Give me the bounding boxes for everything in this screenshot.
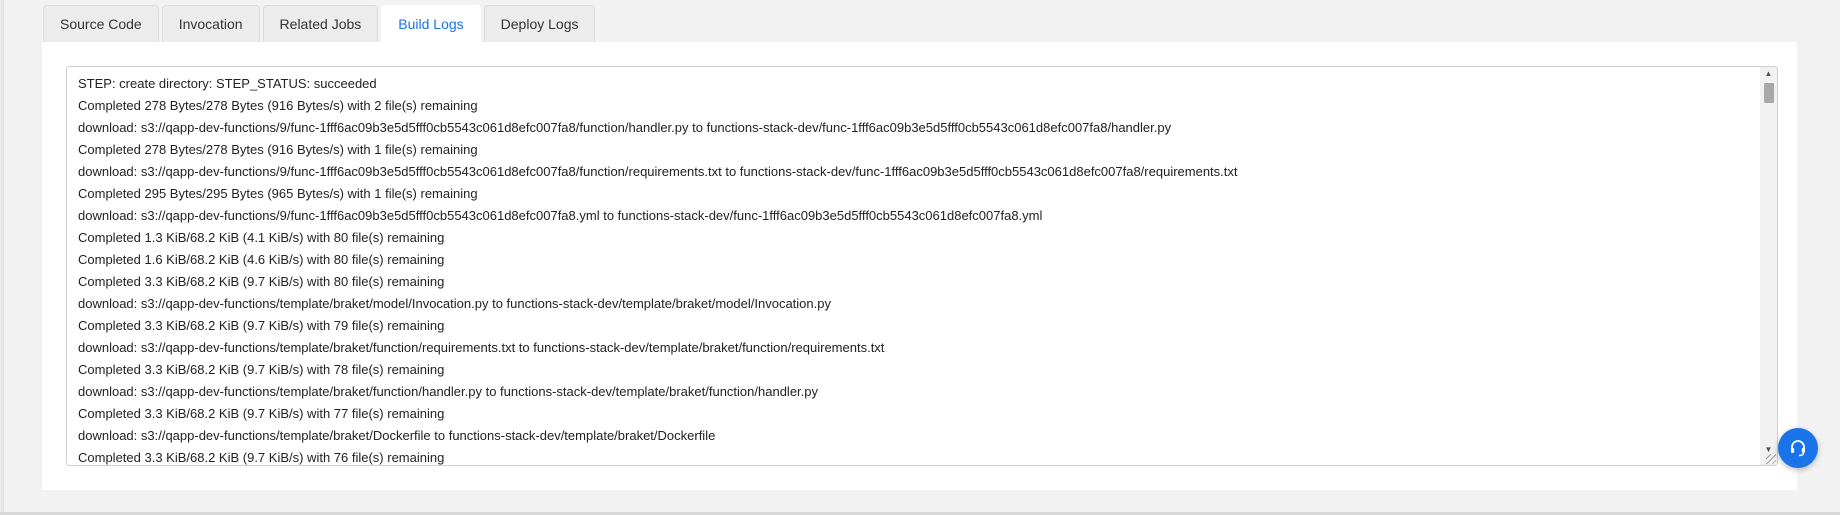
log-line: download: s3://qapp-dev-functions/9/func… (78, 120, 1172, 135)
tab-source-code[interactable]: Source Code (43, 5, 159, 42)
tab-deploy-logs[interactable]: Deploy Logs (483, 5, 596, 42)
arrow-up-icon[interactable]: ▲ (1760, 67, 1777, 81)
build-logs-panel: STEP: create directory: STEP_STATUS: suc… (42, 42, 1797, 490)
help-support-button[interactable] (1778, 428, 1818, 468)
tab-related-jobs[interactable]: Related Jobs (262, 5, 379, 42)
scrollbar-thumb[interactable] (1764, 83, 1774, 103)
log-line: Completed 1.6 KiB/68.2 KiB (4.6 KiB/s) w… (78, 252, 445, 267)
log-line: Completed 295 Bytes/295 Bytes (965 Bytes… (78, 186, 478, 201)
log-lines: STEP: create directory: STEP_STATUS: suc… (67, 67, 1759, 465)
log-line: Completed 3.3 KiB/68.2 KiB (9.7 KiB/s) w… (78, 318, 445, 333)
log-line: Completed 3.3 KiB/68.2 KiB (9.7 KiB/s) w… (78, 362, 445, 377)
log-line: download: s3://qapp-dev-functions/templa… (78, 428, 716, 443)
headset-icon (1791, 440, 1805, 457)
log-scrollbar[interactable]: ▲ ▼ (1760, 67, 1777, 465)
log-line: Completed 3.3 KiB/68.2 KiB (9.7 KiB/s) w… (78, 406, 445, 421)
log-line: Completed 278 Bytes/278 Bytes (916 Bytes… (78, 142, 478, 157)
log-line: Completed 3.3 KiB/68.2 KiB (9.7 KiB/s) w… (78, 274, 445, 289)
log-line: STEP: create directory: STEP_STATUS: suc… (78, 76, 377, 91)
tab-invocation[interactable]: Invocation (161, 5, 260, 42)
log-line: Completed 278 Bytes/278 Bytes (916 Bytes… (78, 98, 478, 113)
log-line: Completed 3.3 KiB/68.2 KiB (9.7 KiB/s) w… (78, 450, 445, 465)
log-line: download: s3://qapp-dev-functions/templa… (78, 296, 831, 311)
resize-handle[interactable] (1766, 454, 1776, 464)
log-line: download: s3://qapp-dev-functions/templa… (78, 384, 818, 399)
log-line: download: s3://qapp-dev-functions/9/func… (78, 208, 1043, 223)
tab-build-logs[interactable]: Build Logs (381, 5, 481, 42)
log-line: download: s3://qapp-dev-functions/9/func… (78, 164, 1238, 179)
log-line: download: s3://qapp-dev-functions/templa… (78, 340, 885, 355)
tab-bar: Source Code Invocation Related Jobs Buil… (43, 5, 598, 42)
left-sidebar-edge (0, 0, 4, 515)
build-log-textarea[interactable]: STEP: create directory: STEP_STATUS: suc… (66, 66, 1778, 466)
log-line: Completed 1.3 KiB/68.2 KiB (4.1 KiB/s) w… (78, 230, 445, 245)
